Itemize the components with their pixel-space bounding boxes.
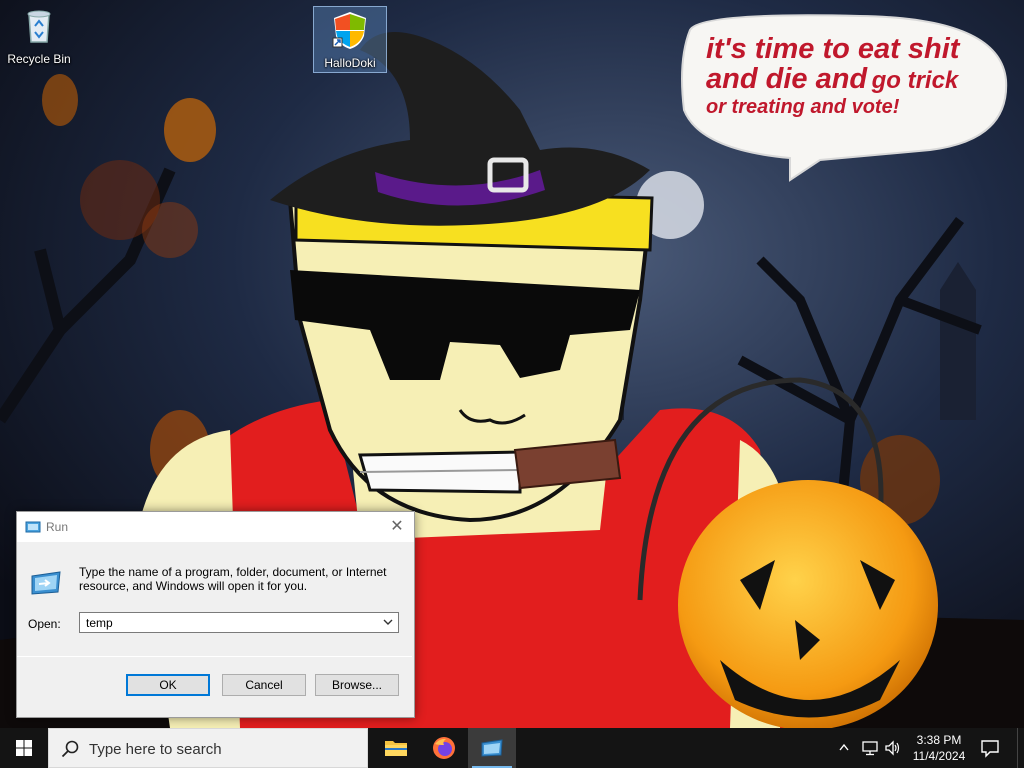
- network-icon[interactable]: [861, 739, 879, 757]
- firefox-icon: [433, 737, 455, 759]
- halloday-desktop-icon[interactable]: HalloDoki: [313, 6, 387, 73]
- folder-icon: [385, 741, 407, 756]
- close-icon[interactable]: ✕: [380, 512, 414, 542]
- run-program-icon: [481, 739, 503, 757]
- run-title: Run: [46, 520, 69, 534]
- halloday-label: HalloDoki: [324, 56, 376, 70]
- chevron-down-icon[interactable]: [382, 615, 394, 629]
- open-label-text: Open:: [28, 617, 61, 631]
- windows-logo-icon: [16, 740, 32, 756]
- browse-button[interactable]: Browse...: [315, 674, 399, 696]
- recycle-bin-icon: [27, 10, 51, 43]
- run-description: Type the name of a program, folder, docu…: [79, 565, 387, 593]
- chevron-up-icon[interactable]: [838, 738, 850, 761]
- shield-app-icon: [332, 12, 366, 49]
- taskbar-firefox[interactable]: [420, 728, 468, 768]
- taskbar-clock[interactable]: 3:38 PM 11/4/2024: [906, 732, 972, 764]
- recycle-bin-label: Recycle Bin: [7, 52, 71, 66]
- taskbar-run[interactable]: [468, 728, 516, 768]
- clock-time: 3:38 PM: [916, 733, 962, 747]
- taskbar-file-explorer[interactable]: [372, 728, 420, 768]
- notification-icon[interactable]: [978, 736, 1002, 760]
- speech-bubble-text: it's time to eat shit and die and go tri…: [706, 34, 986, 118]
- open-combobox[interactable]: temp: [79, 612, 399, 633]
- bubble-line-2b: go trick: [871, 67, 959, 95]
- taskbar-search-box[interactable]: Type here to search: [48, 728, 368, 768]
- open-label: Open:: [28, 617, 61, 631]
- run-titlebar[interactable]: Run ✕: [17, 512, 414, 542]
- start-button[interactable]: [0, 728, 48, 768]
- taskbar: Type here to search 3:38 PM 11/4/2024: [0, 728, 1024, 768]
- cancel-button[interactable]: Cancel: [222, 674, 306, 696]
- run-dialog[interactable]: Run ✕ Type the name of a program, folder…: [16, 511, 415, 718]
- search-icon: [61, 740, 79, 758]
- recycle-bin-desktop-icon[interactable]: Recycle Bin: [2, 6, 76, 66]
- run-program-icon: [31, 571, 61, 595]
- volume-icon[interactable]: [884, 739, 902, 757]
- search-placeholder: Type here to search: [89, 741, 222, 758]
- bubble-line-3: or treating and vote!: [706, 95, 900, 118]
- bubble-line-1: it's time to eat shit: [706, 33, 960, 65]
- clock-date: 11/4/2024: [912, 749, 966, 763]
- run-app-icon: [25, 521, 41, 533]
- show-desktop-button[interactable]: [1017, 728, 1024, 768]
- ok-button[interactable]: OK: [126, 674, 210, 696]
- open-input[interactable]: temp: [86, 616, 113, 630]
- bubble-line-2a: and die and: [706, 63, 868, 96]
